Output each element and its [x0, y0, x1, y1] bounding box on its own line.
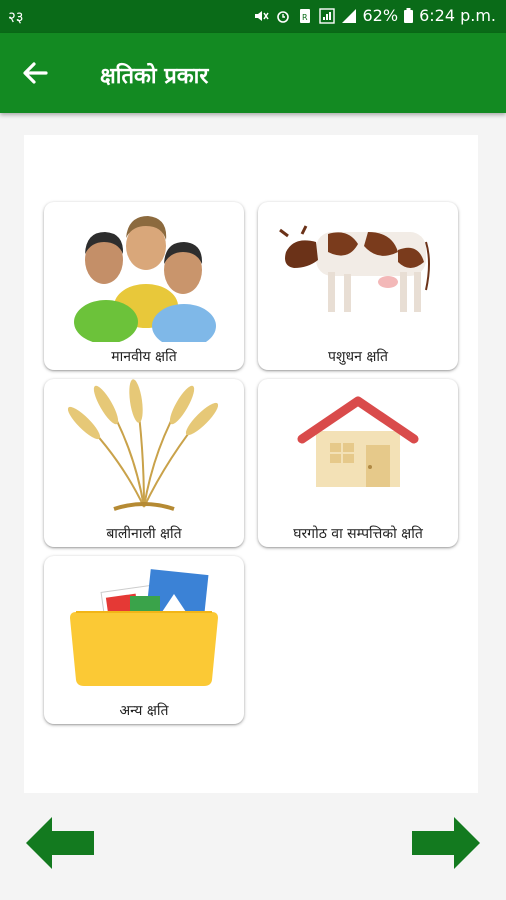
- arrow-left-icon: [23, 62, 48, 84]
- tile-label: मानवीय क्षति: [111, 349, 177, 365]
- tile-label: घरगोठ वा सम्पत्तिको क्षति: [293, 526, 423, 542]
- svg-text:R: R: [302, 13, 308, 22]
- tile-label: बालीनाली क्षति: [106, 526, 182, 542]
- battery-percent: 62%: [362, 6, 399, 25]
- tile-label: पशुधन क्षति: [328, 349, 388, 365]
- tile-livestock-loss[interactable]: पशुधन क्षति: [258, 202, 458, 370]
- mute-icon: [254, 10, 269, 21]
- wheat-icon: [67, 379, 219, 511]
- page-title: क्षतिको प्रकार: [100, 64, 209, 89]
- previous-button[interactable]: [26, 815, 96, 871]
- status-time: 6:24 p.m.: [419, 6, 496, 25]
- signal-icon: [341, 8, 356, 23]
- tile-crop-loss[interactable]: बालीनाली क्षति: [44, 379, 244, 547]
- sim-icon: R: [299, 8, 310, 23]
- damage-type-panel: मानवीय क्षति पशुधन क्षति बालीनाली क्षति …: [24, 135, 478, 793]
- people-icon: [74, 216, 216, 342]
- folder-icon: [70, 569, 218, 686]
- status-icons: R 62% 6:24 p.m.: [253, 6, 496, 25]
- tile-other-loss[interactable]: अन्य क्षति: [44, 556, 244, 724]
- arrow-left-icon: [26, 817, 94, 869]
- status-bar: २३ R 62% 6:24 p.m.: [0, 0, 506, 33]
- tile-house-property-loss[interactable]: घरगोठ वा सम्पत्तिको क्षति: [258, 379, 458, 547]
- tile-label: अन्य क्षति: [119, 703, 169, 719]
- cow-icon: [279, 225, 430, 312]
- status-left-text: २३: [8, 8, 24, 26]
- house-icon: [297, 396, 419, 487]
- battery-icon: [404, 8, 414, 23]
- back-button[interactable]: [16, 51, 56, 95]
- next-button[interactable]: [410, 815, 480, 871]
- app-bar: क्षतिको प्रकार: [0, 33, 506, 113]
- tile-human-loss[interactable]: मानवीय क्षति: [44, 202, 244, 370]
- alarm-icon: [276, 10, 289, 23]
- arrow-right-icon: [412, 817, 480, 869]
- signal-box-icon: [318, 7, 335, 24]
